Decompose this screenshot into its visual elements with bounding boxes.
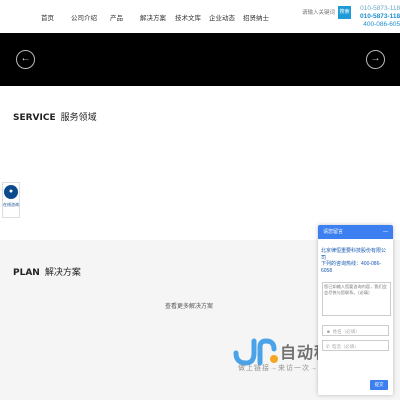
service-title-cn: 服务领域: [60, 112, 97, 122]
more-solutions-link[interactable]: 查看更多解决方案: [165, 301, 213, 310]
online-consult-widget[interactable]: ● 在线咨询: [2, 182, 20, 218]
phone-number: 010-5873-1185: [360, 5, 400, 12]
arrow-left-icon[interactable]: ←: [16, 50, 35, 69]
chat-header: 请您留言 —: [318, 225, 393, 239]
site-header: 首页 公司介绍 产品 解决方案 技术文库 企业动态 招贤纳士 搜索 010-58…: [0, 0, 400, 33]
chat-title: 请您留言: [323, 229, 344, 235]
phone-number: 010-5873-1186: [360, 13, 400, 20]
search-button[interactable]: 搜索: [338, 6, 351, 19]
nav-item-news[interactable]: 企业动态: [209, 12, 235, 22]
message-input[interactable]: [322, 282, 391, 316]
plan-title-en: PLAN: [13, 268, 40, 278]
contact-phones: 010-5873-1185 010-5873-1186 400-086-6058: [360, 5, 400, 29]
hero-banner: [0, 33, 400, 86]
arrow-right-icon[interactable]: →: [366, 50, 385, 69]
nav-item-products[interactable]: 产品: [110, 12, 123, 22]
service-title-en: SERVICE: [13, 113, 56, 123]
phone-icon: ✆: [326, 344, 330, 349]
chat-company-info: 北京律恒重要科技股份有限公司 下列的咨询热线：400-086-6058: [318, 239, 393, 274]
plan-title-cn: 解决方案: [44, 267, 81, 277]
name-placeholder: 姓名（必填）: [332, 329, 360, 334]
phone-placeholder: 电话（必填）: [331, 344, 359, 349]
service-section-title: SERVICE 服务领域: [13, 110, 97, 123]
minimize-icon[interactable]: —: [383, 225, 388, 239]
user-icon: ☻: [326, 329, 331, 334]
company-name: 北京律恒重要科技股份有限公司: [321, 248, 387, 261]
nav-item-about[interactable]: 公司介绍: [71, 12, 97, 22]
nav-item-solutions[interactable]: 解决方案: [140, 12, 166, 22]
nav-item-tech-library[interactable]: 技术文库: [175, 12, 201, 22]
search-input[interactable]: [302, 7, 338, 19]
message-chat-panel: 请您留言 — 北京律恒重要科技股份有限公司 下列的咨询热线：400-086-60…: [318, 225, 393, 395]
nav-item-home[interactable]: 首页: [41, 12, 54, 22]
submit-button[interactable]: 提交: [370, 380, 388, 390]
phone-number: 400-086-6058: [363, 21, 400, 28]
phone-field[interactable]: ✆ 电话（必填）: [322, 340, 389, 351]
online-consult-label: 在线咨询: [3, 202, 19, 207]
name-field[interactable]: ☻ 姓名（必填）: [322, 325, 389, 336]
chat-bubble-icon: ●: [4, 185, 18, 199]
company-hotline: 下列的咨询热线：400-086-6058: [321, 261, 382, 274]
plan-section-title: PLAN 解决方案: [13, 265, 81, 278]
nav-item-careers[interactable]: 招贤纳士: [243, 12, 269, 22]
